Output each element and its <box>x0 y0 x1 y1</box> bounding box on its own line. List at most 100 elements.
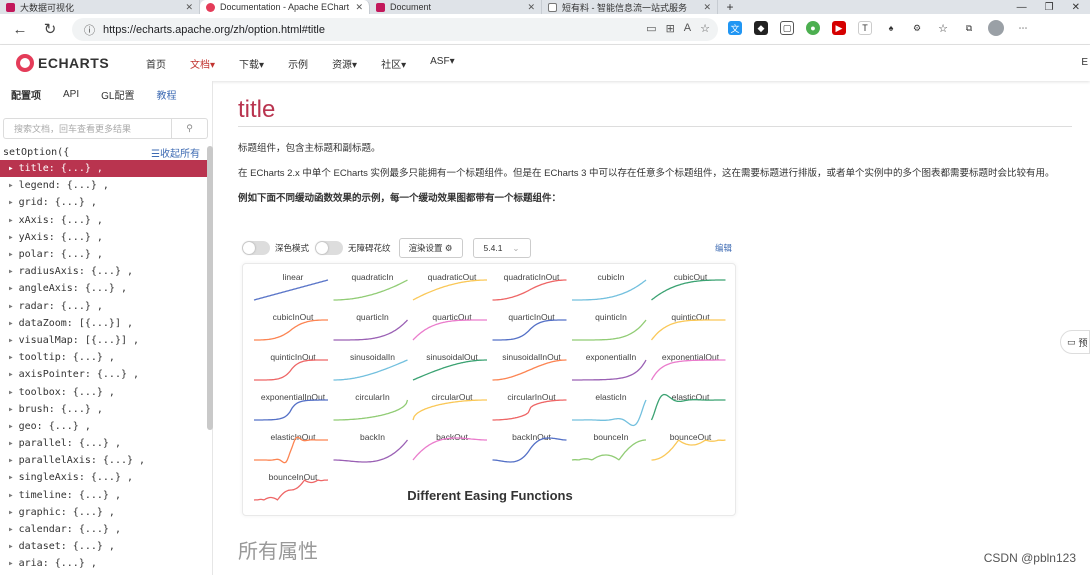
expand-arrow-icon[interactable]: ▶ <box>9 526 13 533</box>
extension-icon[interactable]: T <box>858 21 872 35</box>
expand-arrow-icon[interactable]: ▶ <box>9 268 13 275</box>
collections-icon[interactable]: ⧉ <box>962 21 976 35</box>
close-icon[interactable]: ✕ <box>697 2 711 13</box>
expand-arrow-icon[interactable]: ▶ <box>9 543 13 550</box>
sidebar-scrollbar[interactable] <box>207 146 213 430</box>
tab-api[interactable]: API <box>52 89 90 100</box>
nav-download[interactable]: 下载▾ <box>227 56 276 71</box>
render-settings-button[interactable]: 渲染设置 ⚙ <box>398 238 463 258</box>
info-icon[interactable]: ⓘ <box>84 22 95 38</box>
expand-arrow-icon[interactable]: ▶ <box>9 182 13 189</box>
favorite-icon[interactable]: ☆ <box>700 22 710 35</box>
tree-item[interactable]: ▶ aria: {...} , <box>0 555 208 572</box>
expand-arrow-icon[interactable]: ▶ <box>9 285 13 292</box>
url-text[interactable]: https://echarts.apache.org/zh/option.htm… <box>103 24 325 36</box>
browser-tab-4[interactable]: 短有料 - 智能信息流一站式服务 ✕ <box>542 0 718 14</box>
nav-examples[interactable]: 示例 <box>276 56 320 71</box>
tree-item[interactable]: ▶ singleAxis: {...} , <box>0 469 208 486</box>
tree-item[interactable]: ▶ dataZoom: [{...}] , <box>0 315 208 332</box>
nav-community[interactable]: 社区▾ <box>369 56 418 71</box>
tab-gl[interactable]: GL配置 <box>90 87 145 102</box>
browser-tab-1[interactable]: 大数据可视化 ✕ <box>0 0 200 14</box>
new-tab-icon[interactable]: + <box>718 0 742 14</box>
tree-item[interactable]: ▶ calendar: {...} , <box>0 521 208 538</box>
extension-icon[interactable]: ♠ <box>884 21 898 35</box>
close-icon[interactable]: ✕ <box>179 2 193 13</box>
tree-item[interactable]: ▶ legend: {...} , <box>0 177 208 194</box>
dark-mode-toggle[interactable] <box>242 241 270 255</box>
tree-item[interactable]: ▶ radiusAxis: {...} , <box>0 263 208 280</box>
tree-item[interactable]: ▶ dataset: {...} , <box>0 538 208 555</box>
tree-item[interactable]: ▶ angleAxis: {...} , <box>0 280 208 297</box>
extension-icon[interactable]: ▢ <box>780 21 794 35</box>
expand-arrow-icon[interactable]: ▶ <box>9 560 13 567</box>
restore-icon[interactable]: ❐ <box>1045 2 1054 13</box>
browser-tab-3[interactable]: Document ✕ <box>370 0 542 14</box>
expand-arrow-icon[interactable]: ▶ <box>9 303 13 310</box>
tab-tutorial[interactable]: 教程 <box>145 87 187 102</box>
read-aloud-icon[interactable]: A <box>684 22 691 35</box>
tree-item[interactable]: ▶ tooltip: {...} , <box>0 349 208 366</box>
tab-option[interactable]: 配置项 <box>0 87 52 102</box>
minimize-icon[interactable]: — <box>1017 2 1027 13</box>
back-icon[interactable]: ← <box>8 21 32 38</box>
tree-item[interactable]: ▶ toolbox: {...} , <box>0 383 208 400</box>
expand-arrow-icon[interactable]: ▶ <box>9 389 13 396</box>
browser-tab-2[interactable]: Documentation - Apache EChart ✕ <box>200 0 370 14</box>
tree-item[interactable]: ▶ grid: {...} , <box>0 194 208 211</box>
expand-arrow-icon[interactable]: ▶ <box>9 474 13 481</box>
extension-icon[interactable]: ◆ <box>754 21 768 35</box>
expand-arrow-icon[interactable]: ▶ <box>9 320 13 327</box>
nav-asf[interactable]: ASF▾ <box>418 56 466 71</box>
expand-arrow-icon[interactable]: ▶ <box>9 354 13 361</box>
edit-link[interactable]: 编辑 <box>715 242 732 254</box>
url-field[interactable]: ⓘ https://echarts.apache.org/zh/option.h… <box>72 18 718 41</box>
nav-resources[interactable]: 资源▾ <box>320 56 369 71</box>
expand-arrow-icon[interactable]: ▶ <box>9 457 13 464</box>
read-mode-icon[interactable]: ▭ <box>646 22 656 35</box>
expand-arrow-icon[interactable]: ▶ <box>9 251 13 258</box>
tree-item[interactable]: ▶ visualMap: [{...}] , <box>0 332 208 349</box>
nav-docs[interactable]: 文档▾ <box>178 56 227 71</box>
logo[interactable]: ECHARTS <box>16 54 134 72</box>
window-close-icon[interactable]: ✕ <box>1072 2 1080 13</box>
expand-arrow-icon[interactable]: ▶ <box>9 217 13 224</box>
expand-arrow-icon[interactable]: ▶ <box>9 371 13 378</box>
tree-item[interactable]: ▶ parallel: {...} , <box>0 435 208 452</box>
extension-icon[interactable]: ● <box>806 21 820 35</box>
expand-arrow-icon[interactable]: ▶ <box>9 509 13 516</box>
close-icon[interactable]: ✕ <box>521 2 535 13</box>
search-icon[interactable]: ⚲ <box>171 119 207 138</box>
tree-item[interactable]: ▶ title: {...} , <box>0 160 208 178</box>
more-icon[interactable]: ⋯ <box>1016 21 1030 35</box>
close-icon[interactable]: ✕ <box>349 2 363 13</box>
expand-arrow-icon[interactable]: ▶ <box>9 199 13 206</box>
expand-arrow-icon[interactable]: ▶ <box>9 165 13 172</box>
expand-arrow-icon[interactable]: ▶ <box>9 492 13 499</box>
tree-item[interactable]: ▶ polar: {...} , <box>0 246 208 263</box>
avatar[interactable] <box>988 20 1004 36</box>
tree-item[interactable]: ▶ geo: {...} , <box>0 418 208 435</box>
decal-toggle[interactable] <box>315 241 344 255</box>
favorites-icon[interactable]: ☆ <box>936 21 950 35</box>
version-select[interactable]: 5.4.1 ⌄ <box>472 238 531 258</box>
tree-item[interactable]: ▶ timeline: {...} , <box>0 487 208 504</box>
language-switch[interactable]: E <box>1081 57 1088 68</box>
refresh-icon[interactable]: ↻ <box>38 20 62 38</box>
expand-arrow-icon[interactable]: ▶ <box>9 337 13 344</box>
translate-icon[interactable]: 文 <box>728 21 742 35</box>
tree-item[interactable]: ▶ yAxis: {...} , <box>0 229 208 246</box>
tree-item[interactable]: ▶ parallelAxis: {...} , <box>0 452 208 469</box>
tree-item[interactable]: ▶ axisPointer: {...} , <box>0 366 208 383</box>
tree-item[interactable]: ▶ brush: {...} , <box>0 401 208 418</box>
side-float-button[interactable]: ▭ 预 <box>1060 330 1090 354</box>
apps-icon[interactable]: ⊞ <box>666 22 675 35</box>
expand-arrow-icon[interactable]: ▶ <box>9 440 13 447</box>
tree-item[interactable]: ▶ xAxis: {...} , <box>0 212 208 229</box>
tree-item[interactable]: ▶ radar: {...} , <box>0 298 208 315</box>
collapse-all-button[interactable]: ☰收起所有 <box>151 145 200 160</box>
nav-home[interactable]: 首页 <box>134 56 178 71</box>
expand-arrow-icon[interactable]: ▶ <box>9 423 13 430</box>
tree-item[interactable]: ▶ graphic: {...} , <box>0 504 208 521</box>
expand-arrow-icon[interactable]: ▶ <box>9 234 13 241</box>
